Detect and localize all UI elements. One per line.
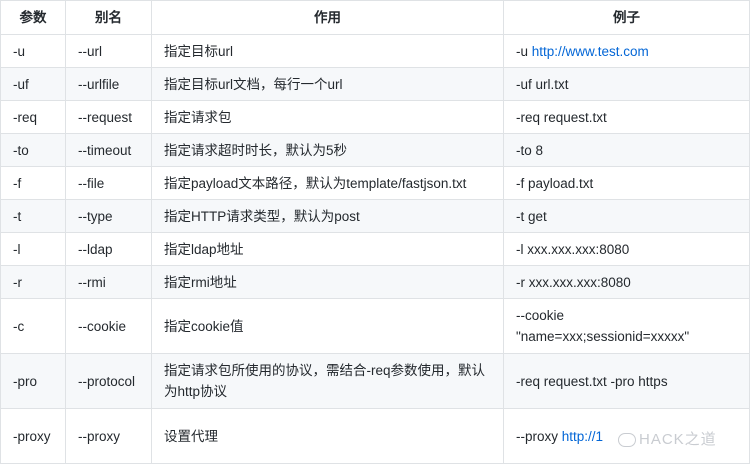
desc-cell: 指定rmi地址 (151, 265, 504, 299)
example-cell: -req request.txt -pro https (503, 353, 750, 409)
desc-cell: 设置代理 (151, 408, 504, 464)
param-cell: -f (0, 166, 66, 200)
example-cell: -l xxx.xxx.xxx:8080 (503, 232, 750, 266)
table-row: -t --type 指定HTTP请求类型，默认为post -t get (0, 199, 750, 233)
desc-cell: 指定请求包所使用的协议，需结合-req参数使用，默认为http协议 (151, 353, 504, 409)
alias-cell: --protocol (65, 353, 152, 409)
param-cell: -uf (0, 67, 66, 101)
table-row: -pro --protocol 指定请求包所使用的协议，需结合-req参数使用，… (0, 353, 750, 409)
desc-cell: 指定HTTP请求类型，默认为post (151, 199, 504, 233)
param-cell: -l (0, 232, 66, 266)
wechat-icon (618, 433, 636, 448)
desc-cell: 指定目标url文档，每行一个url (151, 67, 504, 101)
alias-cell: --url (65, 34, 152, 68)
example-text: -u (516, 43, 532, 59)
desc-cell: 指定payload文本路径，默认为template/fastjson.txt (151, 166, 504, 200)
param-cell: -proxy (0, 408, 66, 464)
example-cell: -f payload.txt (503, 166, 750, 200)
param-cell: -t (0, 199, 66, 233)
table-header-row: 参数 别名 作用 例子 (0, 0, 750, 35)
alias-cell: --rmi (65, 265, 152, 299)
table-row: -to --timeout 指定请求超时时长，默认为5秒 -to 8 (0, 133, 750, 167)
example-cell: -uf url.txt (503, 67, 750, 101)
table-row: -r --rmi 指定rmi地址 -r xxx.xxx.xxx:8080 (0, 265, 750, 299)
watermark: HACK之道 (618, 428, 717, 449)
example-cell: -t get (503, 199, 750, 233)
table-row: -uf --urlfile 指定目标url文档，每行一个url -uf url.… (0, 67, 750, 101)
alias-cell: --cookie (65, 298, 152, 354)
alias-cell: --proxy (65, 408, 152, 464)
header-alias: 别名 (65, 0, 152, 35)
desc-cell: 指定ldap地址 (151, 232, 504, 266)
desc-cell: 指定cookie值 (151, 298, 504, 354)
alias-cell: --request (65, 100, 152, 134)
parameters-table: 参数 别名 作用 例子 -u --url 指定目标url -u http://w… (0, 0, 750, 464)
alias-cell: --type (65, 199, 152, 233)
desc-cell: 指定目标url (151, 34, 504, 68)
example-link[interactable]: http://www.test.com (532, 44, 649, 59)
table-row: -l --ldap 指定ldap地址 -l xxx.xxx.xxx:8080 (0, 232, 750, 266)
table-row: -c --cookie 指定cookie值 --cookie "name=xxx… (0, 298, 750, 354)
alias-cell: --file (65, 166, 152, 200)
example-link[interactable]: http://1 (562, 429, 603, 444)
desc-cell: 指定请求超时时长，默认为5秒 (151, 133, 504, 167)
header-example: 例子 (503, 0, 750, 35)
param-cell: -c (0, 298, 66, 354)
example-cell: -to 8 (503, 133, 750, 167)
example-cell: -u http://www.test.com (503, 34, 750, 68)
param-cell: -r (0, 265, 66, 299)
alias-cell: --urlfile (65, 67, 152, 101)
param-cell: -req (0, 100, 66, 134)
table-row: -req --request 指定请求包 -req request.txt (0, 100, 750, 134)
example-cell: -r xxx.xxx.xxx:8080 (503, 265, 750, 299)
desc-cell: 指定请求包 (151, 100, 504, 134)
example-cell: -req request.txt (503, 100, 750, 134)
example-text: --proxy (516, 428, 562, 444)
table-row: -u --url 指定目标url -u http://www.test.com (0, 34, 750, 68)
alias-cell: --timeout (65, 133, 152, 167)
param-cell: -u (0, 34, 66, 68)
header-param: 参数 (0, 0, 66, 35)
example-cell: --cookie "name=xxx;sessionid=xxxxx" (503, 298, 750, 354)
alias-cell: --ldap (65, 232, 152, 266)
header-purpose: 作用 (151, 0, 504, 35)
param-cell: -pro (0, 353, 66, 409)
table-row: -f --file 指定payload文本路径，默认为template/fast… (0, 166, 750, 200)
watermark-text: HACK之道 (639, 431, 717, 448)
param-cell: -to (0, 133, 66, 167)
